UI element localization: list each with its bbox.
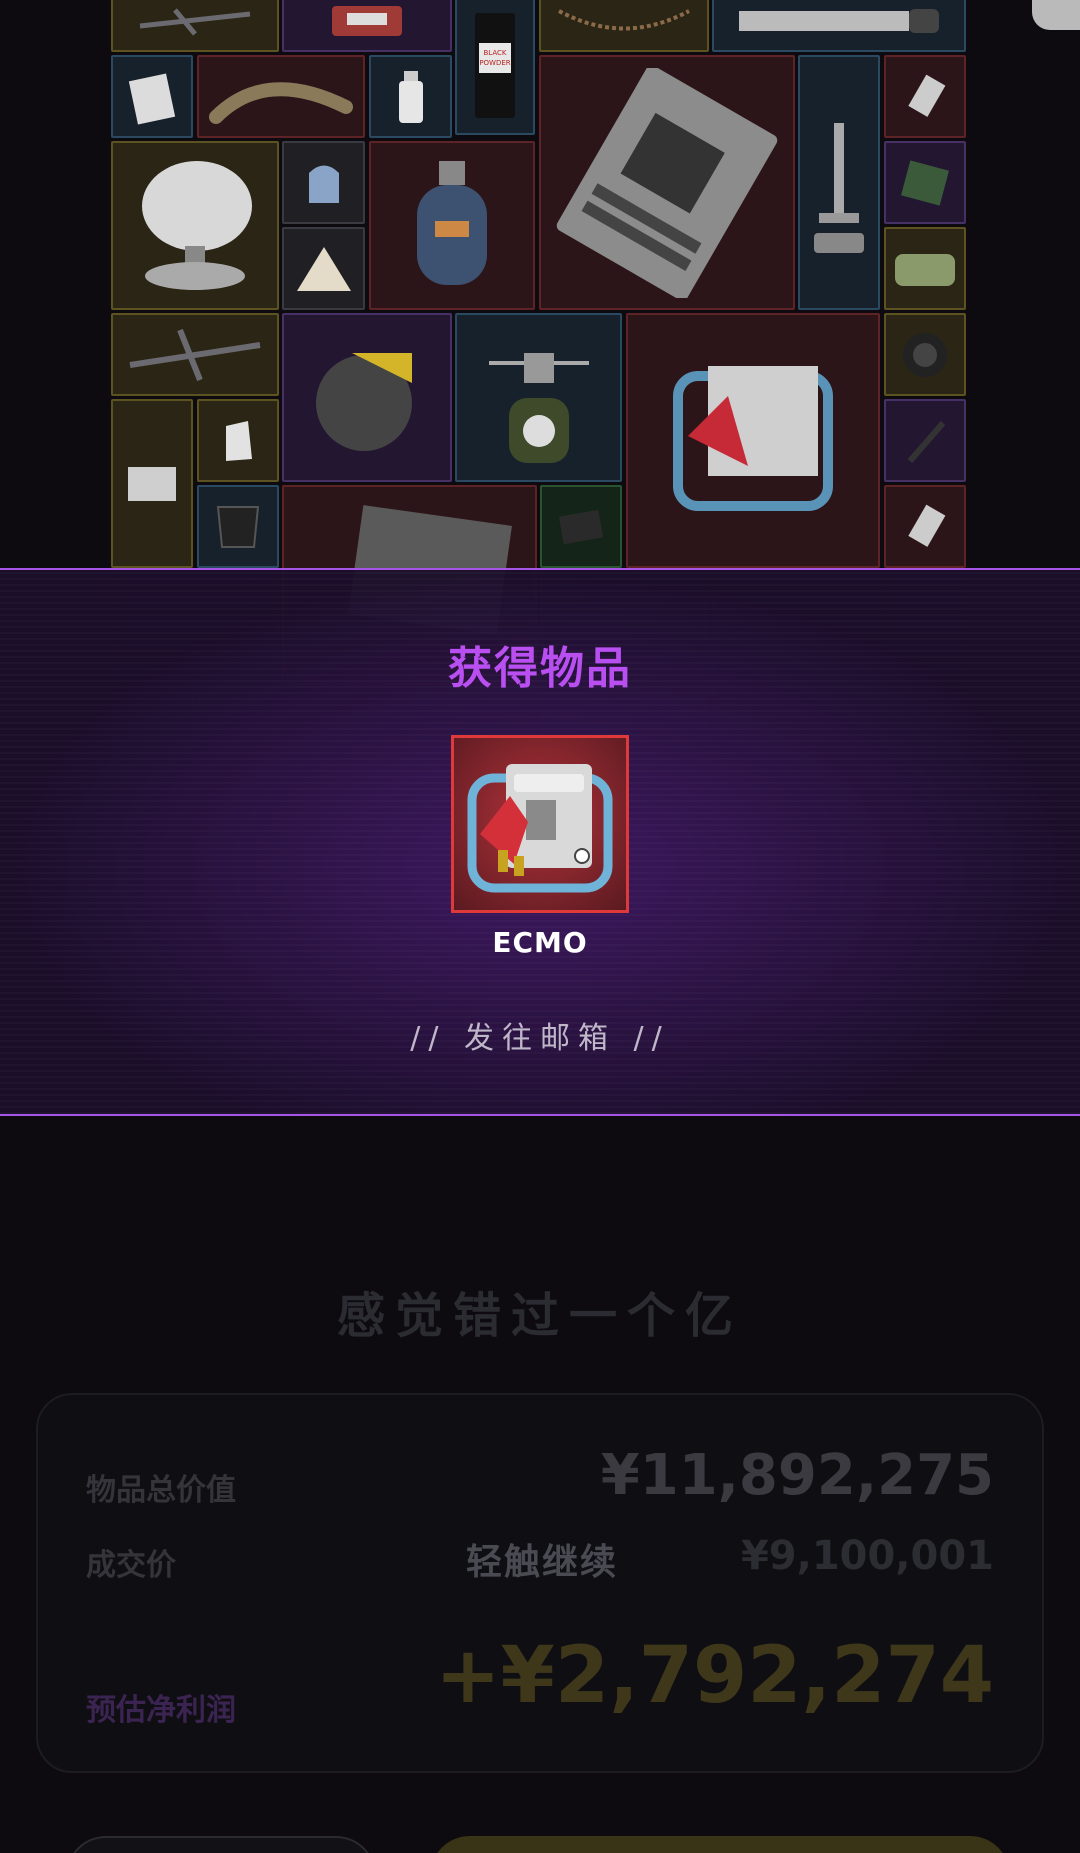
grid-cell-tablet <box>540 485 622 568</box>
obtained-item-frame <box>451 735 629 913</box>
grid-cell-medicine-bottle <box>369 55 452 138</box>
microscope-icon <box>800 57 878 308</box>
grid-cell-sos-kit <box>282 0 452 52</box>
ecmo-icon <box>628 315 878 566</box>
usb-icon <box>886 57 964 136</box>
grid-cell-tin-can <box>884 227 966 310</box>
tablet-icon <box>542 487 620 566</box>
svg-text:BLACK: BLACK <box>483 49 506 57</box>
grid-cell-lens <box>884 313 966 396</box>
motherboard-icon <box>541 57 793 308</box>
claw-icon <box>199 57 363 136</box>
saw-icon <box>284 315 450 480</box>
grid-cell-saw-blade <box>712 0 966 52</box>
paper-icon <box>113 401 191 566</box>
sent-to-mailbox-text: // 发往邮箱 // <box>410 1021 670 1056</box>
ecmo-icon <box>467 764 613 893</box>
tin-icon <box>886 229 964 308</box>
shield-icon <box>199 487 277 566</box>
grid-cell-ceramic <box>197 399 279 482</box>
grid-cell-microscope <box>798 55 880 310</box>
deal-price-amount: ¥9,100,001 <box>740 1533 994 1579</box>
total-value-label: 物品总价值 <box>86 1473 236 1508</box>
saw-icon <box>714 0 964 50</box>
grid-cell-usb-drive <box>884 55 966 138</box>
grid-cell-triangle-pack <box>282 227 365 310</box>
radar-icon <box>113 143 277 308</box>
grid-cell-circuit-chip <box>884 141 966 224</box>
grid-cell-usb-drive-2 <box>884 485 966 568</box>
grid-cell-chain-necklace <box>539 0 709 52</box>
knife-icon <box>886 401 964 480</box>
estimated-profit-amount: +¥2,792,274 <box>435 1631 994 1721</box>
banner-title: 获得物品 <box>448 643 632 694</box>
grid-cell-gloves <box>282 141 365 224</box>
crossbow-icon <box>113 315 277 394</box>
grid-cell-radar-dish <box>111 141 279 310</box>
grid-cell-ecmo <box>626 313 880 568</box>
lens-icon <box>886 315 964 394</box>
primary-action-button[interactable] <box>430 1836 1010 1853</box>
gas-tank-icon <box>371 143 533 308</box>
grid-cell-crossbow-2 <box>111 313 279 396</box>
grid-cell-gas-tank <box>369 141 535 310</box>
grid-cell-claw-fossil <box>197 55 365 138</box>
profit-summary-card: 物品总价值 ¥11,892,275 成交价 轻触继续 ¥9,100,001 预估… <box>36 1393 1044 1773</box>
grid-cell-circular-saw <box>282 313 452 482</box>
stove-icon <box>457 315 620 480</box>
kit-icon <box>284 0 450 50</box>
necklace-icon <box>541 0 707 50</box>
grid-cell-face-shield <box>197 485 279 568</box>
ceramic-icon <box>199 401 277 480</box>
result-slogan: 感觉错过一个亿 <box>336 1288 743 1344</box>
usb-icon <box>886 487 964 566</box>
obtained-item-name: ECMO <box>492 926 588 959</box>
grid-cell-crossbow <box>111 0 279 52</box>
chip-icon <box>886 143 964 222</box>
grid-cell-map-paper <box>111 399 193 568</box>
glove-icon <box>284 143 363 222</box>
grid-cell-motherboard <box>539 55 795 310</box>
grid-cell-memory-card <box>111 55 193 138</box>
svg-text:POWDER: POWDER <box>479 59 510 67</box>
corner-close-button[interactable] <box>1032 0 1080 30</box>
triangle-icon <box>284 229 363 308</box>
secondary-action-button[interactable] <box>66 1836 376 1853</box>
total-value-amount: ¥11,892,275 <box>600 1443 994 1508</box>
bottle-icon: BLACK POWDER <box>457 0 533 133</box>
card-icon <box>113 57 191 136</box>
estimated-profit-label: 预估净利润 <box>86 1693 236 1728</box>
bottle-icon <box>371 57 450 136</box>
grid-cell-knife <box>884 399 966 482</box>
crossbow-icon <box>113 0 277 50</box>
grid-cell-black-powder: BLACK POWDER <box>455 0 535 135</box>
item-obtained-banner[interactable]: 获得物品 ECMO // 发往邮箱 // <box>0 568 1080 1116</box>
grid-cell-camp-stove <box>455 313 622 482</box>
